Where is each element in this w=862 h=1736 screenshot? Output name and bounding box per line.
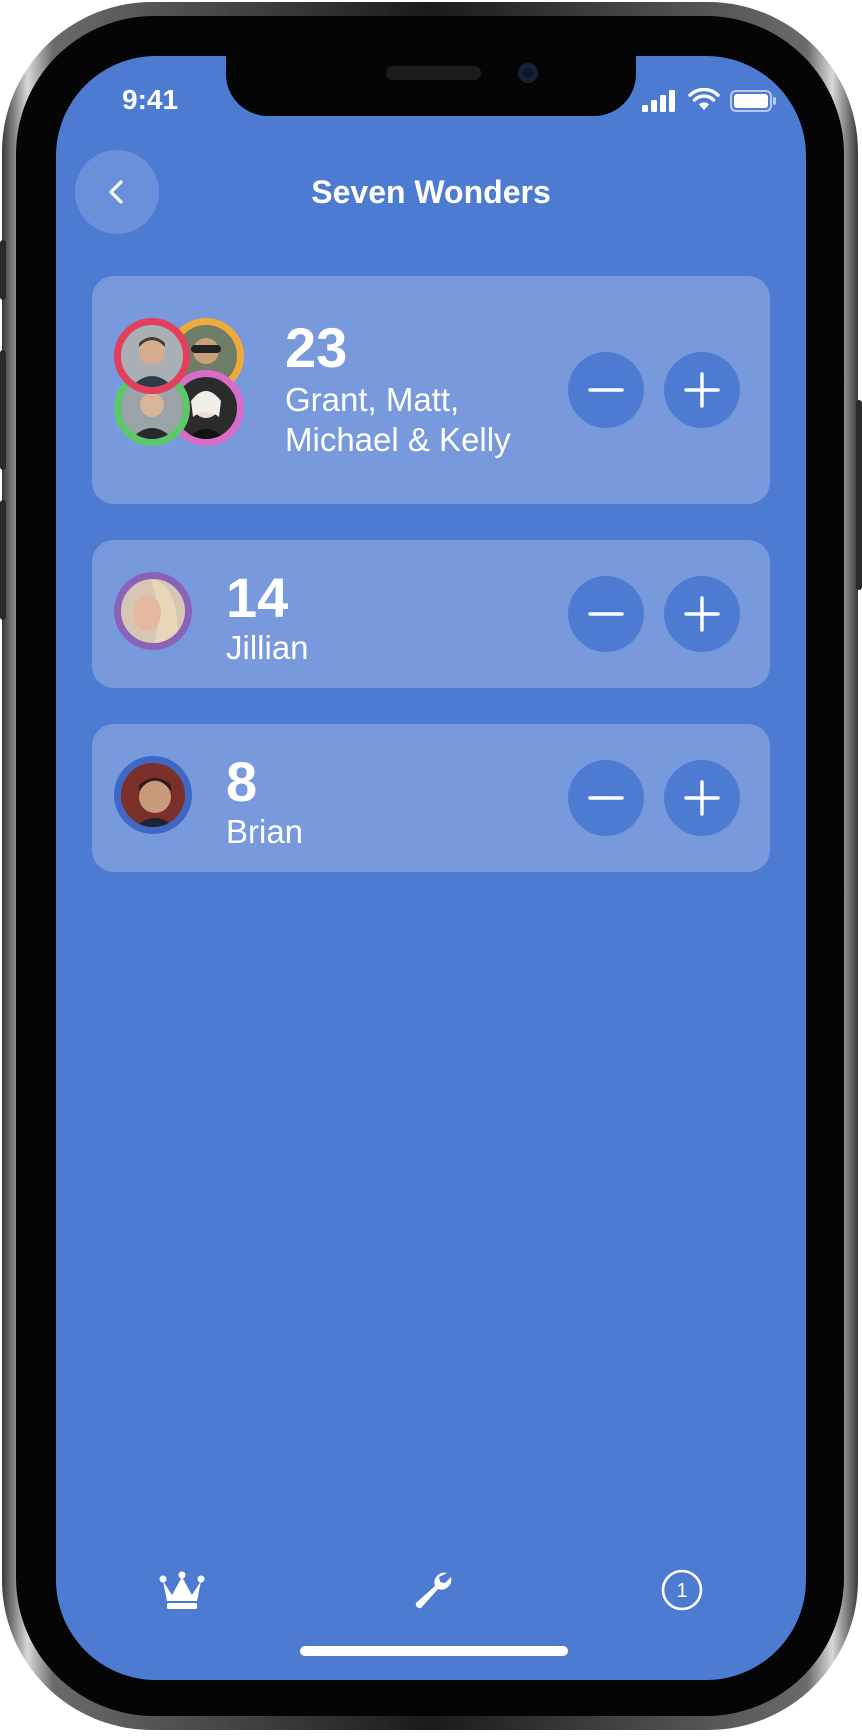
minus-icon — [588, 388, 624, 392]
crown-icon — [159, 1571, 205, 1609]
power-button — [856, 400, 862, 590]
cellular-signal-icon — [642, 90, 675, 112]
player-names: Jillian — [226, 629, 309, 666]
player-score: 14 — [226, 566, 289, 629]
volume-up-button — [0, 350, 6, 470]
increment-button[interactable] — [664, 576, 740, 652]
page-title: Seven Wonders — [311, 174, 551, 210]
minus-icon — [588, 612, 624, 616]
status-time: 9:41 — [122, 84, 179, 115]
plus-icon — [684, 372, 720, 408]
avatar — [114, 572, 192, 650]
front-camera — [518, 63, 538, 83]
player-card: 14 Jillian — [92, 540, 770, 688]
minus-icon — [588, 796, 624, 800]
player-names: Brian — [226, 813, 304, 850]
wrench-icon — [415, 1572, 452, 1609]
avatar — [114, 318, 190, 394]
app-screen: 9:41 Seven Wonders 23 Grant, Matt, Micha… — [56, 56, 806, 1680]
home-indicator[interactable] — [300, 1646, 568, 1656]
tab-round[interactable]: 1 — [652, 1560, 712, 1620]
tab-leaderboard[interactable] — [152, 1560, 212, 1620]
status-icons — [642, 88, 776, 112]
player-card: 8 Brian — [92, 724, 770, 872]
player-score: 8 — [226, 750, 258, 813]
notch — [226, 56, 636, 116]
plus-icon — [684, 780, 720, 816]
increment-button[interactable] — [664, 760, 740, 836]
battery-icon — [730, 90, 776, 112]
speaker — [386, 66, 481, 80]
svg-text:1: 1 — [676, 1580, 687, 1602]
player-names: Grant, Matt, — [285, 381, 460, 418]
player-card: 23 Grant, Matt, Michael & Kelly — [92, 276, 770, 504]
decrement-button[interactable] — [568, 352, 644, 428]
player-score: 23 — [285, 316, 348, 379]
tab-settings[interactable] — [402, 1560, 462, 1620]
avatar — [114, 756, 192, 834]
volume-down-button — [0, 500, 6, 620]
decrement-button[interactable] — [568, 576, 644, 652]
info-number-icon: 1 — [661, 1569, 703, 1611]
player-names: Michael & Kelly — [285, 421, 511, 458]
increment-button[interactable] — [664, 352, 740, 428]
decrement-button[interactable] — [568, 760, 644, 836]
mute-switch — [0, 240, 6, 300]
wifi-icon — [688, 88, 720, 110]
plus-icon — [684, 596, 720, 632]
